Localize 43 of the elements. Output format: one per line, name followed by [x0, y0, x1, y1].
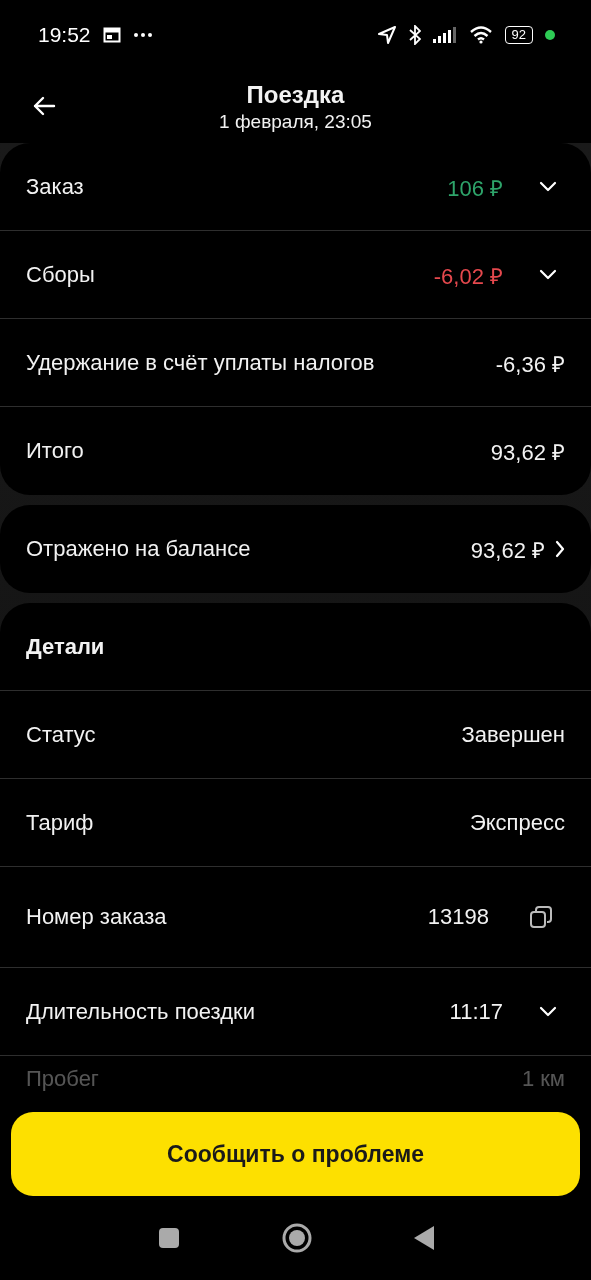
page-title: Поездка — [246, 80, 345, 109]
row-label: Сборы — [26, 261, 96, 288]
row-label: Статус — [26, 721, 97, 748]
row-label: Номер заказа — [26, 904, 168, 930]
report-problem-button[interactable]: Сообщить о проблеме — [11, 1112, 580, 1196]
status-time: 19:52 — [38, 23, 91, 47]
more-icon — [132, 32, 153, 38]
back-arrow-icon[interactable] — [32, 96, 56, 116]
copy-icon[interactable] — [529, 905, 553, 929]
location-icon — [376, 25, 397, 45]
chevron-down-icon[interactable] — [539, 1006, 557, 1017]
row-value: 13198 — [427, 904, 489, 930]
recents-icon[interactable] — [156, 1226, 181, 1250]
trip-date: 1 февраля, 23:05 — [219, 110, 372, 133]
chevron-down-icon[interactable] — [539, 269, 557, 280]
row-value: Завершен — [461, 721, 565, 748]
section-title: Детали — [26, 633, 106, 660]
row-label: Длительность поездки — [26, 998, 256, 1025]
row-label: Тариф — [26, 809, 95, 836]
row-value: 11:17 — [449, 998, 503, 1025]
chevron-down-icon[interactable] — [539, 181, 557, 192]
row-label: Итого — [26, 438, 85, 464]
privacy-dot-icon — [545, 30, 555, 40]
row-value: 106 ₽ — [447, 174, 503, 202]
home-icon[interactable] — [280, 1222, 313, 1254]
row-value: -6,02 ₽ — [433, 262, 503, 290]
back-icon[interactable] — [412, 1225, 435, 1251]
signal-icon — [432, 27, 457, 43]
row-value: 1 км — [521, 1066, 565, 1092]
row-value: 93,62 ₽ — [470, 537, 545, 564]
wifi-icon — [468, 26, 493, 44]
row-label: Пробег — [26, 1066, 100, 1092]
row-value: 93,62 ₽ — [490, 439, 565, 466]
calendar-icon — [102, 27, 121, 43]
balance-row[interactable]: Отражено на балансе 93,62 ₽ — [0, 505, 591, 593]
row-label: Удержание в счёт уплаты налогов — [26, 349, 376, 376]
row-value: Экспресс — [469, 809, 565, 836]
bluetooth-icon — [408, 25, 421, 45]
row-label: Заказ — [26, 173, 85, 200]
row-label: Отражено на балансе — [26, 536, 252, 562]
row-value: -6,36 ₽ — [495, 350, 565, 378]
battery-level: 92 — [504, 26, 533, 44]
chevron-right-icon — [555, 540, 565, 558]
